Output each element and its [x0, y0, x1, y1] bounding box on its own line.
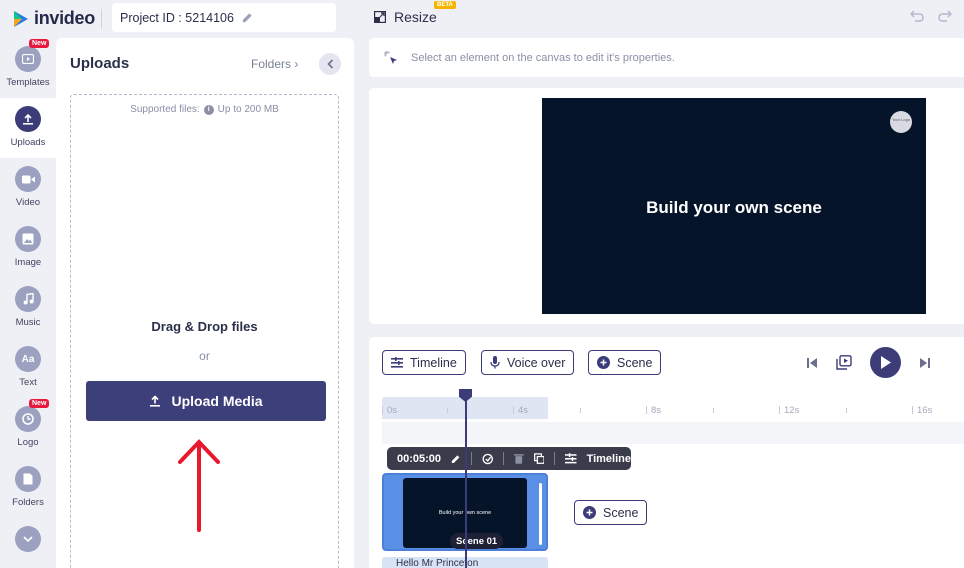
- templates-icon: [15, 46, 41, 72]
- sidebar-more-button[interactable]: [0, 518, 56, 568]
- resize-icon: [374, 11, 386, 23]
- sidebar-item-uploads[interactable]: Uploads: [0, 98, 56, 158]
- scene-toolbar: 00:05:00 Timeline: [387, 447, 631, 470]
- uploads-panel: Uploads Folders › Supported files: i Up …: [56, 38, 354, 568]
- app-name: invideo: [34, 8, 95, 28]
- tick-label: 16s: [917, 405, 933, 416]
- properties-hint: Select an element on the canvas to edit …: [411, 51, 675, 64]
- skip-forward-icon[interactable]: [919, 357, 931, 369]
- new-badge: New: [29, 39, 50, 48]
- duplicate-icon[interactable]: [533, 453, 545, 464]
- timeline-button[interactable]: Timeline: [382, 350, 466, 375]
- info-icon: i: [203, 104, 214, 115]
- add-scene-button[interactable]: Scene: [574, 500, 648, 525]
- top-bar: invideo Project ID : 5214106 Resize BETA: [0, 0, 964, 38]
- music-icon: [15, 286, 41, 312]
- resize-button[interactable]: Resize: [374, 9, 437, 25]
- sidebar-item-text[interactable]: Aa Text: [0, 338, 56, 398]
- plus-circle-icon: [583, 506, 596, 519]
- sidebar-item-music[interactable]: Music: [0, 278, 56, 338]
- supported-files-note: Supported files: i Up to 200 MB: [130, 104, 279, 115]
- sidebar-item-label: Video: [15, 197, 41, 208]
- project-id-label: Project ID : 5214106: [120, 10, 234, 25]
- clip-resize-handle[interactable]: [539, 483, 542, 545]
- sidebar-item-label: Templates: [6, 77, 50, 88]
- sidebar-item-label: Text: [19, 377, 37, 388]
- tick-label: 0s: [387, 405, 398, 416]
- project-id-field[interactable]: Project ID : 5214106: [112, 3, 336, 32]
- trash-icon[interactable]: [514, 453, 524, 464]
- divider: [101, 9, 102, 29]
- collapse-panel-button[interactable]: [319, 53, 341, 75]
- voice-over-button[interactable]: Voice over: [481, 350, 575, 375]
- upload-icon: [150, 395, 161, 407]
- redo-icon[interactable]: [938, 10, 952, 22]
- playhead[interactable]: [465, 397, 467, 568]
- logo-placeholder[interactable]: Your Logo: [890, 111, 912, 133]
- undo-icon[interactable]: [910, 10, 924, 22]
- red-arrow-annotation: [178, 439, 220, 532]
- app-logo[interactable]: invideo: [12, 8, 95, 29]
- new-badge: New: [29, 399, 50, 408]
- preview-icon[interactable]: [836, 355, 852, 370]
- upload-icon: [15, 106, 41, 132]
- canvas-area: Build your own scene Your Logo: [369, 88, 964, 324]
- chevron-down-icon: [15, 526, 41, 552]
- drag-drop-text: Drag & Drop files: [151, 319, 258, 334]
- or-text: or: [199, 349, 210, 363]
- microphone-icon: [490, 356, 500, 369]
- play-icon: [881, 356, 891, 369]
- tick-label: 4s: [518, 405, 529, 416]
- pencil-icon[interactable]: [451, 454, 461, 464]
- panel-title: Uploads: [70, 55, 130, 72]
- scene-timeline-button[interactable]: Timeline: [587, 453, 631, 465]
- pencil-icon[interactable]: [242, 12, 253, 23]
- image-icon: [15, 226, 41, 252]
- sidebar-item-label: Uploads: [10, 137, 46, 148]
- add-scene-toolbar-button[interactable]: Scene: [588, 350, 662, 375]
- scene-duration[interactable]: 00:05:00: [397, 453, 441, 465]
- resize-label: Resize: [394, 9, 437, 25]
- sidebar-item-folders[interactable]: Folders: [0, 458, 56, 518]
- sidebar-item-label: Image: [14, 257, 42, 268]
- track-row: [382, 422, 964, 444]
- beta-badge: BETA: [434, 1, 456, 9]
- scene-canvas[interactable]: Build your own scene Your Logo: [542, 98, 926, 314]
- timeline-icon: [391, 357, 403, 368]
- timeline-area: Timeline Voice over Scene 0s 4s 8s 12s 1…: [369, 337, 964, 568]
- properties-bar: Select an element on the canvas to edit …: [369, 38, 964, 77]
- scene-label: Scene 01: [450, 533, 504, 549]
- text-icon: Aa: [15, 346, 41, 372]
- play-button[interactable]: [870, 347, 901, 378]
- chevron-right-icon: ›: [294, 57, 299, 71]
- chevron-left-icon: [326, 59, 333, 69]
- timeline-icon: [565, 453, 577, 464]
- tick-label: 8s: [651, 405, 662, 416]
- sidebar-item-label: Logo: [17, 437, 39, 448]
- sidebar-item-label: Folders: [12, 497, 44, 508]
- skip-back-icon[interactable]: [806, 357, 818, 369]
- cursor-click-icon: [384, 50, 397, 64]
- sidebar-item-image[interactable]: Image: [0, 218, 56, 278]
- folders-link[interactable]: Folders ›: [251, 57, 298, 71]
- undo-redo-group: [910, 10, 952, 22]
- logo-icon: [15, 406, 41, 432]
- folder-icon: [15, 466, 41, 492]
- timeline-ruler[interactable]: 0s 4s 8s 12s 16s: [382, 397, 964, 419]
- sidebar-item-video[interactable]: Video: [0, 158, 56, 218]
- upload-media-button[interactable]: Upload Media: [86, 381, 326, 421]
- video-icon: [15, 166, 41, 192]
- scene-title-text[interactable]: Build your own scene: [542, 198, 926, 218]
- plus-circle-icon: [597, 356, 610, 369]
- sidebar-item-logo[interactable]: New Logo: [0, 398, 56, 458]
- sidebar-item-label: Music: [15, 317, 41, 328]
- left-sidebar: New Templates Uploads Video Image Music …: [0, 38, 56, 568]
- playback-controls: [806, 347, 931, 378]
- replace-icon[interactable]: [482, 453, 493, 465]
- tick-label: 12s: [784, 405, 800, 416]
- sidebar-item-templates[interactable]: New Templates: [0, 38, 56, 98]
- invideo-logo-icon: [14, 10, 28, 27]
